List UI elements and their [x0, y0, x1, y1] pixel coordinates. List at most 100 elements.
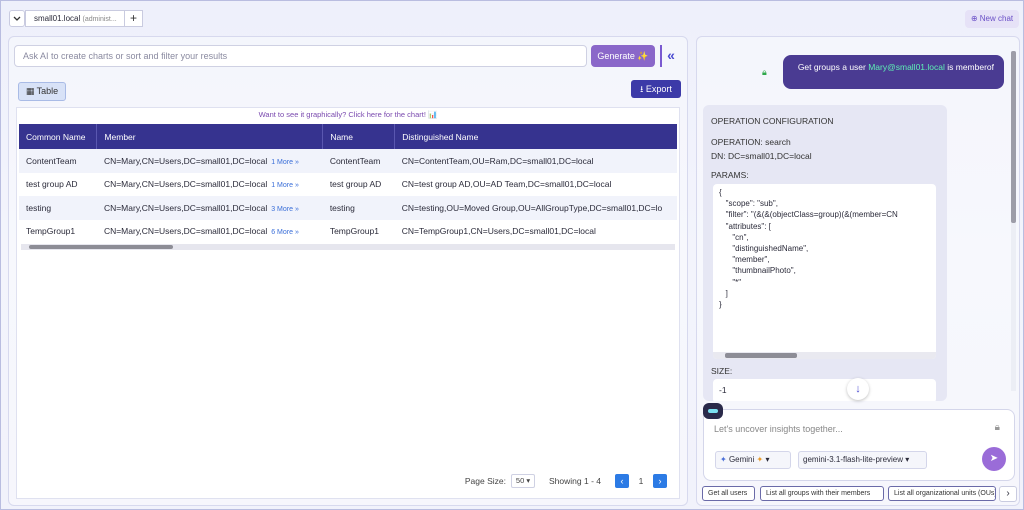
more-members-link[interactable]: 1 More » — [271, 159, 299, 166]
tab-dropdown-button[interactable] — [9, 10, 25, 27]
table-scroll-area[interactable]: Common Name Member Name Distinguished Na… — [19, 124, 677, 242]
tab-connection[interactable]: small01.local (administ... — [25, 10, 125, 27]
more-members-link[interactable]: 1 More » — [271, 182, 299, 189]
sparkle-icon: ✦ — [756, 455, 764, 464]
quick-action-chip[interactable]: Get all users — [702, 486, 755, 501]
more-label: 1 More — [271, 158, 294, 166]
scroll-to-bottom-button[interactable]: ↓ — [847, 378, 869, 400]
send-button[interactable]: ➤ — [982, 447, 1006, 471]
table-horizontal-scrollbar[interactable] — [21, 244, 675, 250]
quick-action-chip[interactable]: List all organizational units (OUs) — [888, 486, 996, 501]
plus-circle-icon: ⊕ — [970, 14, 978, 23]
op-size-value: -1 — [713, 379, 936, 401]
gemini-icon: ✦ — [720, 455, 727, 464]
scrollbar-thumb[interactable] — [725, 353, 797, 358]
generate-label: Generate — [597, 51, 635, 61]
user-message-email: Mary@small01.local — [868, 62, 945, 72]
params-code: { "scope": "sub", "filter": "(&(&(object… — [719, 188, 898, 310]
op-operation: OPERATION: search — [711, 137, 791, 147]
new-chat-button[interactable]: ⊕ New chat — [965, 10, 1019, 28]
op-params-label: PARAMS: — [711, 170, 749, 180]
lock-icon: 🔒︎ — [762, 67, 767, 77]
scrollbar-thumb[interactable] — [29, 245, 173, 249]
more-label: 6 More — [271, 229, 294, 237]
generate-button[interactable]: Generate ✨ — [591, 45, 655, 67]
cell-name: TempGroup1 — [329, 226, 379, 237]
sparkle-icon: ✨ — [637, 51, 649, 61]
cell-dn: CN=ContentTeam,OU=Ram,DC=small01,DC=loca… — [401, 155, 594, 166]
op-title: OPERATION CONFIGURATION — [711, 116, 834, 126]
add-tab-button[interactable]: + — [125, 10, 143, 27]
chart-hint-text: Want to see it graphically? Click here f… — [258, 110, 426, 119]
ask-ai-input[interactable]: Ask AI to create charts or sort and filt… — [14, 45, 587, 67]
table-row[interactable]: ContentTeam CN=Mary,CN=Users,DC=small01,… — [19, 149, 677, 173]
chart-hint-link[interactable]: Want to see it graphically? Click here f… — [17, 110, 679, 119]
prev-page-button[interactable]: ‹ — [615, 474, 629, 488]
params-code-box[interactable]: { "scope": "sub", "filter": "(&(&(object… — [713, 184, 936, 359]
member-text: CN=Mary,CN=Users,DC=small01,DC=local — [103, 202, 268, 213]
cell-common-name: testing — [26, 202, 52, 213]
chat-panel: 🔒︎ Get groups a user Mary@small01.local … — [696, 36, 1020, 506]
chat-input-box: Let's uncover insights together... 🔒︎ ✦ … — [703, 409, 1015, 481]
export-label: Export — [645, 84, 672, 94]
column-header-name[interactable]: Name — [322, 124, 396, 149]
table-row[interactable]: testing CN=Mary,CN=Users,DC=small01,DC=l… — [19, 196, 677, 220]
provider-select[interactable]: ✦ Gemini ✦ ▾ — [715, 451, 791, 469]
cell-member: CN=Mary,CN=Users,DC=small01,DC=local 3 Mo… — [97, 196, 323, 220]
pagination: Page Size: 50 ▾ Showing 1 - 4 ‹ 1 › — [465, 473, 667, 489]
more-members-link[interactable]: 3 More » — [271, 206, 299, 213]
operation-config-card: OPERATION CONFIGURATION OPERATION: searc… — [703, 105, 947, 401]
results-panel: Ask AI to create charts or sort and filt… — [8, 36, 688, 506]
cell-common-name: test group AD — [26, 179, 78, 190]
member-text: CN=Mary,CN=Users,DC=small01,DC=local — [103, 226, 268, 237]
scrollbar-thumb[interactable] — [1011, 51, 1016, 223]
cell-member: CN=Mary,CN=Users,DC=small01,DC=local 6 Mo… — [97, 220, 323, 243]
member-text: CN=Mary,CN=Users,DC=small01,DC=local — [103, 179, 268, 190]
model-label: gemini-3.1-flash-lite-preview — [803, 455, 904, 464]
user-message-text: Get groups a user — [797, 62, 869, 72]
send-icon: ➤ — [989, 453, 999, 464]
collapse-chevrons-icon[interactable]: « — [660, 45, 680, 67]
next-page-button[interactable]: › — [653, 474, 667, 488]
cell-common-name: ContentTeam — [26, 155, 77, 166]
cell-member: CN=Mary,CN=Users,DC=small01,DC=local 1 Mo… — [97, 173, 323, 197]
chat-input[interactable]: Let's uncover insights together... — [714, 424, 843, 434]
user-message-text-end: is memberof — [944, 62, 994, 72]
new-chat-label: New chat — [979, 14, 1014, 23]
model-select[interactable]: gemini-3.1-flash-lite-preview ▾ — [798, 451, 927, 469]
table-row[interactable]: TempGroup1 CN=Mary,CN=Users,DC=small01,D… — [19, 219, 677, 243]
table-tab-label: Table — [36, 86, 59, 96]
column-header-member[interactable]: Member — [96, 124, 324, 149]
export-button[interactable]: ⭳ Export — [631, 80, 681, 98]
chart-icon: 📊 — [428, 110, 438, 119]
more-label: 1 More — [271, 182, 294, 190]
more-members-link[interactable]: 6 More » — [271, 229, 299, 236]
page-size-value: 50 — [515, 476, 525, 485]
cell-member: CN=Mary,CN=Users,DC=small01,DC=local 1 Mo… — [97, 149, 323, 173]
quick-action-chip[interactable]: List all groups with their members — [760, 486, 884, 501]
tab-table[interactable]: ▦ Table — [18, 82, 66, 101]
op-size-label: SIZE: — [711, 366, 733, 376]
table-row[interactable]: test group AD CN=Mary,CN=Users,DC=small0… — [19, 172, 677, 197]
download-icon: ⭳ — [640, 84, 644, 94]
chevron-down-icon: ▾ — [905, 455, 910, 464]
cell-dn: CN=test group AD,OU=AD Team,DC=small01,D… — [401, 179, 612, 190]
column-header-distinguished-name[interactable]: Distinguished Name — [394, 124, 677, 149]
page-size-select[interactable]: 50 ▾ — [511, 474, 536, 488]
cell-common-name: TempGroup1 — [26, 226, 76, 237]
page-size-label: Page Size: — [464, 476, 507, 486]
user-message: Get groups a user Mary@small01.local is … — [783, 55, 1004, 89]
chevron-right-icon[interactable]: › — [999, 486, 1017, 502]
showing-range: Showing 1 - 4 — [549, 476, 601, 486]
cell-dn: CN=testing,OU=Moved Group,OU=AllGroupTyp… — [401, 202, 663, 213]
lock-icon: 🔒︎ — [994, 422, 1000, 433]
bot-avatar-icon — [703, 403, 723, 419]
chevron-down-icon — [13, 16, 21, 21]
cell-name: testing — [329, 202, 355, 213]
results-table-container: Want to see it graphically? Click here f… — [16, 107, 680, 499]
column-header-common-name[interactable]: Common Name — [19, 124, 98, 149]
chat-vertical-scrollbar[interactable] — [1011, 51, 1016, 391]
current-page[interactable]: 1 — [634, 476, 648, 486]
params-horizontal-scrollbar[interactable] — [713, 352, 936, 359]
results-table: Common Name Member Name Distinguished Na… — [19, 124, 677, 242]
